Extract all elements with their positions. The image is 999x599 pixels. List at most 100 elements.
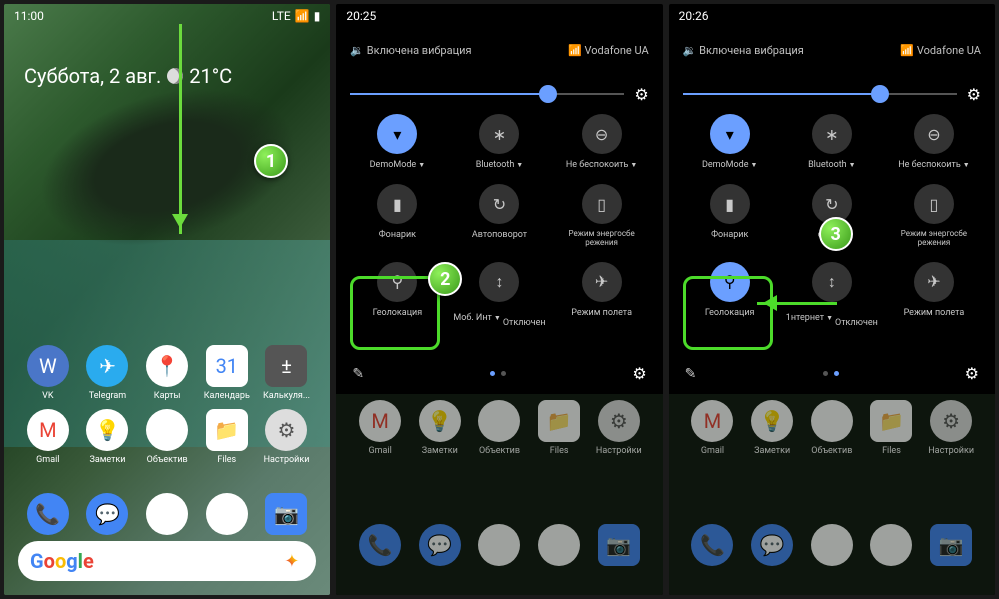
app-Files[interactable]: 📁Files [529, 400, 589, 456]
app-label: Карты [154, 391, 181, 401]
tile-icon: ∗ [812, 114, 852, 154]
date-weather-widget[interactable]: Суббота, 2 авг. 21°C [24, 64, 232, 88]
dock-app[interactable]: 📞 [691, 524, 733, 566]
qs-tile-DemoMode[interactable]: ▾DemoMode ▼ [679, 114, 781, 170]
settings-icon[interactable]: ⚙ [965, 364, 979, 383]
dock-app[interactable]: ▶ [478, 524, 520, 566]
display-settings-icon[interactable]: ⚙ [967, 85, 981, 104]
dock-app[interactable]: 📷 [930, 524, 972, 566]
step-badge-3: 3 [819, 217, 853, 251]
app-Калькуля...[interactable]: ±Калькуля... [257, 345, 317, 401]
app-label: Календарь [204, 391, 250, 401]
dock-app[interactable]: ◉ [206, 493, 248, 535]
brightness-slider[interactable]: ⚙ [683, 84, 981, 104]
brightness-slider[interactable]: ⚙ [350, 84, 648, 104]
qs-tile-Режим энергосбе режения[interactable]: ▯Режим энергосбе режения [883, 184, 985, 248]
app-Календарь[interactable]: 31Календарь [197, 345, 257, 401]
qs-tile-1нтернет[interactable]: ↕1нтернет ▼Отключен [781, 262, 883, 328]
status-bar: 20:25 [336, 4, 662, 28]
temperature: 21°C [189, 64, 232, 88]
dock-app[interactable]: 📞 [27, 493, 69, 535]
qs-tile-Фонарик[interactable]: ▮Фонарик [679, 184, 781, 248]
edit-icon[interactable]: ✎ [352, 366, 364, 382]
edit-icon[interactable]: ✎ [685, 366, 697, 382]
qs-tile-Режим полета[interactable]: ✈Режим полета [551, 262, 653, 328]
dock-app[interactable]: 💬 [419, 524, 461, 566]
qs-tile-Автоповорот[interactable]: ↻Автоповорот [448, 184, 550, 248]
app-icon: ◉ [206, 493, 248, 535]
tile-label: DemoMode ▼ [702, 160, 757, 170]
vibration-status: 🔉 Включена вибрация [683, 44, 804, 57]
dock-app[interactable]: 📷 [598, 524, 640, 566]
dock-app[interactable]: ◉ [870, 524, 912, 566]
qs-tile-Моб. Инт[interactable]: ↕Моб. Инт ▼Отключен [448, 262, 550, 328]
app-VK[interactable]: WVK [18, 345, 78, 401]
app-label: Заметки [89, 455, 125, 465]
quick-settings-panel: 20:26 🔉 Включена вибрация 📶 Vodafone UA … [669, 4, 995, 595]
dock-app[interactable]: 📞 [359, 524, 401, 566]
page-indicator [490, 371, 506, 376]
qs-tile-DemoMode[interactable]: ▾DemoMode ▼ [346, 114, 448, 170]
tile-icon: ✈ [914, 262, 954, 302]
app-Files[interactable]: 📁Files [197, 409, 257, 465]
search-bar[interactable]: Google [18, 541, 316, 581]
tile-icon: ▯ [914, 184, 954, 224]
app-icon: M [27, 409, 69, 451]
qs-tile-Не беспокоить[interactable]: ⊖Не беспокоить ▼ [883, 114, 985, 170]
assistant-icon[interactable] [284, 551, 304, 571]
app-label: Настройки [928, 446, 974, 456]
qs-tile-Не беспокоить[interactable]: ⊖Не беспокоить ▼ [551, 114, 653, 170]
dock-app[interactable]: 💬 [751, 524, 793, 566]
app-icon: 📷 [598, 524, 640, 566]
app-icon: ◎ [478, 400, 520, 442]
app-icon: 💬 [751, 524, 793, 566]
qs-tile-Фонарик[interactable]: ▮Фонарик [346, 184, 448, 248]
app-icon: ▶ [146, 493, 188, 535]
app-Telegram[interactable]: ✈Telegram [78, 345, 138, 401]
display-settings-icon[interactable]: ⚙ [634, 85, 648, 104]
quick-settings-panel: 20:25 🔉 Включена вибрация 📶 Vodafone UA … [336, 4, 662, 595]
app-Заметки[interactable]: 💡Заметки [410, 400, 470, 456]
tile-icon: ▾ [377, 114, 417, 154]
app-icon: ⚙ [598, 400, 640, 442]
qs-tile-Bluetooth[interactable]: ∗ Bluetooth ▼ [781, 114, 883, 170]
app-Заметки[interactable]: 💡Заметки [78, 409, 138, 465]
app-Объектив[interactable]: ◎Объектив [802, 400, 862, 456]
home-screen: 11:00 LTE 📶 ▮ Суббота, 2 авг. 21°C 1 WVK… [4, 4, 330, 595]
dock-app[interactable]: 📷 [265, 493, 307, 535]
app-label: Telegram [89, 391, 126, 401]
dock-app[interactable]: ▶ [811, 524, 853, 566]
app-icon: M [691, 400, 733, 442]
dock-app[interactable]: 💬 [86, 493, 128, 535]
app-Настройки[interactable]: ⚙Настройки [257, 409, 317, 465]
dock-app[interactable]: ◉ [538, 524, 580, 566]
date-text: Суббота, 2 авг. [24, 64, 161, 88]
app-Gmail[interactable]: MGmail [18, 409, 78, 465]
clock: 20:26 [679, 9, 709, 23]
app-icon: 📁 [870, 400, 912, 442]
tile-label: 1нтернет ▼Отключен [786, 308, 878, 328]
qs-tile-Bluetooth[interactable]: ∗Bluetooth ▼ [448, 114, 550, 170]
app-label: Настройки [264, 455, 310, 465]
dock-app[interactable]: ▶ [146, 493, 188, 535]
qs-tile-Режим полета[interactable]: ✈Режим полета [883, 262, 985, 328]
app-Gmail[interactable]: M Gmail [683, 400, 743, 456]
app-Gmail[interactable]: MGmail [350, 400, 410, 456]
settings-icon[interactable]: ⚙ [632, 364, 646, 383]
app-Объектив[interactable]: ◎Объектив [137, 409, 197, 465]
app-Карты[interactable]: 📍Карты [137, 345, 197, 401]
tile-icon: ✈ [582, 262, 622, 302]
app-icon: 💡 [419, 400, 461, 442]
tile-label: Моб. Инт ▼Отключен [453, 308, 545, 328]
status-bar: 20:26 [669, 4, 995, 28]
app-Настройки[interactable]: ⚙Настройки [921, 400, 981, 456]
app-label: Gmail [701, 446, 724, 456]
tile-label: Bluetooth ▼ [808, 160, 856, 170]
app-Заметки[interactable]: 💡Заметки [742, 400, 802, 456]
app-Настройки[interactable]: ⚙Настройки [589, 400, 649, 456]
qs-tile-Режим энергосбе режения[interactable]: ▯Режим энергосбе режения [551, 184, 653, 248]
app-Files[interactable]: 📁Files [862, 400, 922, 456]
app-Объектив[interactable]: ◎Объектив [470, 400, 530, 456]
app-label: Объектив [811, 446, 852, 456]
battery-icon: ▮ [314, 9, 321, 23]
